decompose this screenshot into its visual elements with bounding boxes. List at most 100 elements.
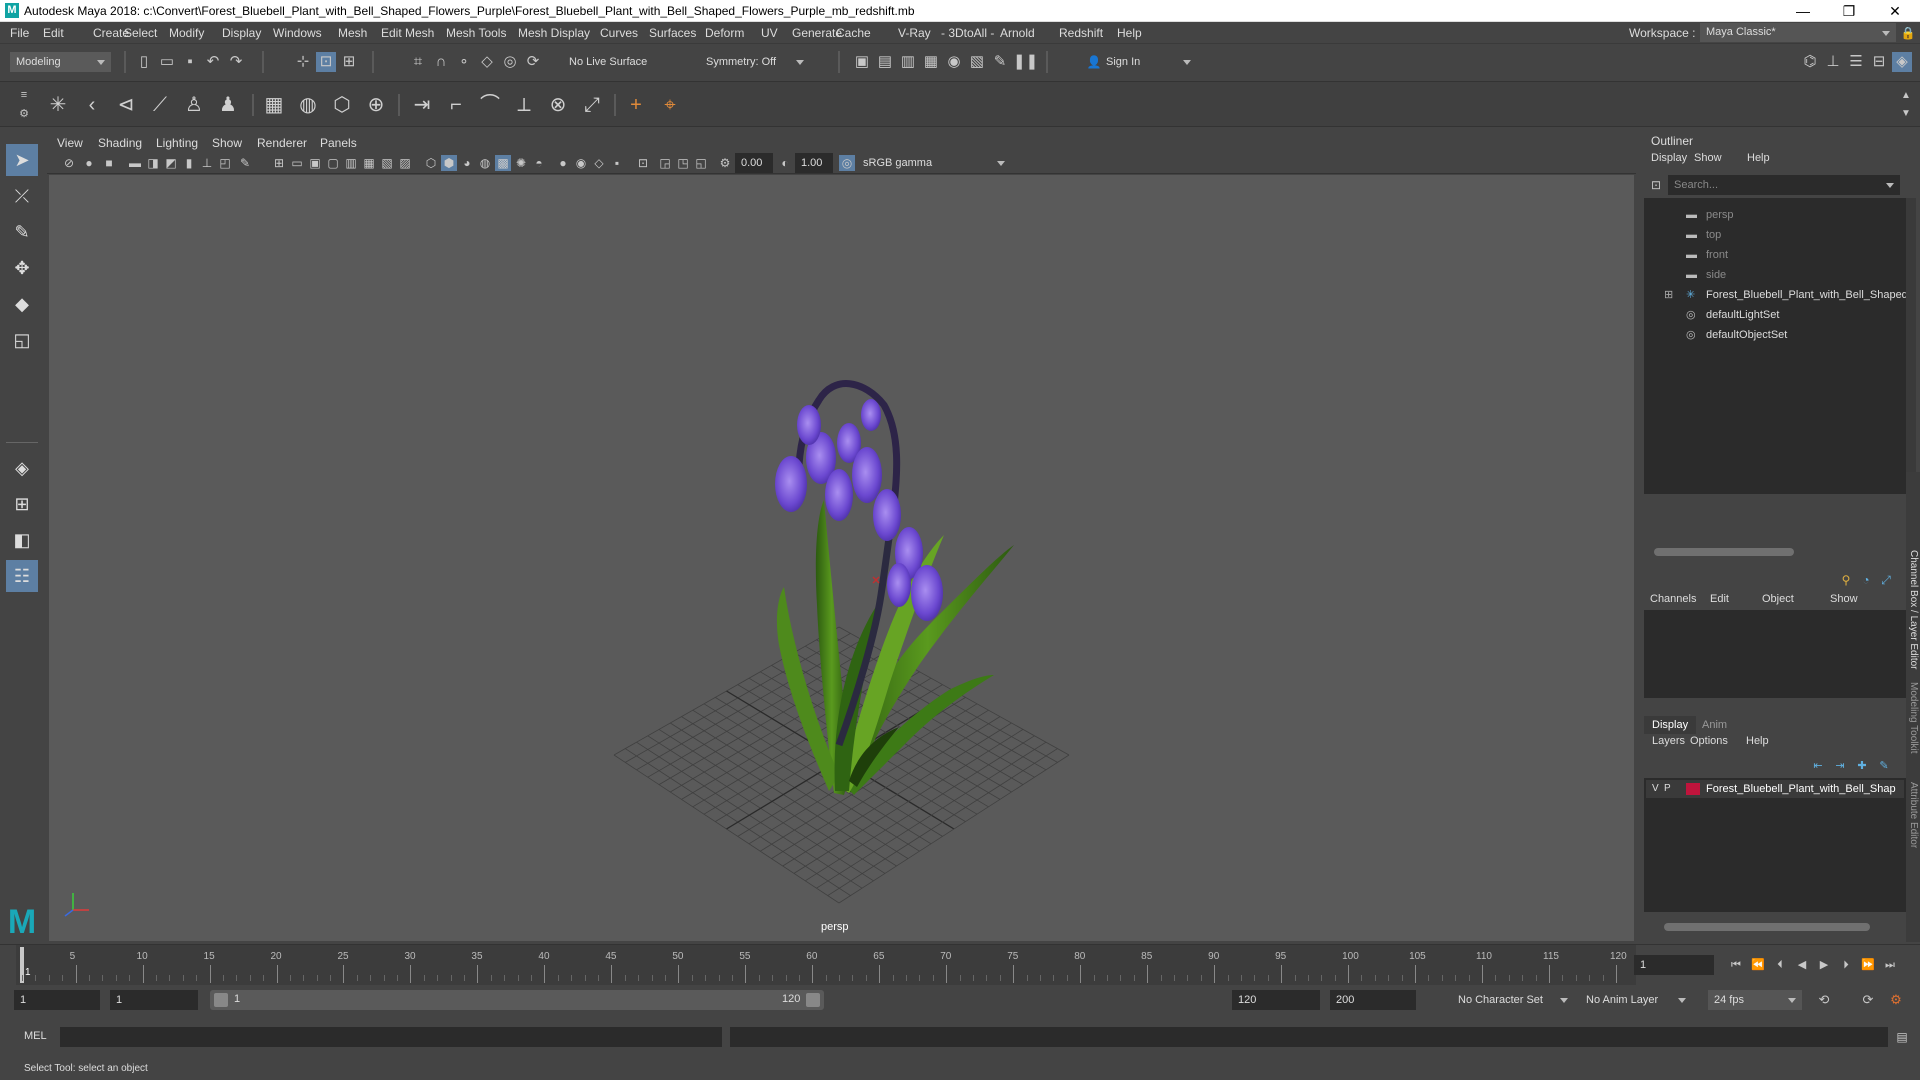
viewport-menu-lighting[interactable]: Lighting: [156, 136, 198, 150]
layer-hscrollbar[interactable]: [1664, 923, 1870, 931]
grid-toggle-icon[interactable]: ⊞: [271, 155, 287, 171]
menu-modify[interactable]: Modify: [169, 26, 204, 40]
channel-key-icon[interactable]: ⚲: [1836, 570, 1856, 590]
ep-curve-icon[interactable]: ⊲: [112, 91, 140, 119]
open-scene-icon[interactable]: ▭: [157, 52, 177, 72]
render-settings-icon[interactable]: ▦: [921, 52, 941, 72]
snap-live-icon[interactable]: ⟳: [523, 52, 543, 72]
image-plane-icon[interactable]: ▬: [127, 155, 143, 171]
move-layer-down-icon[interactable]: ⇥: [1830, 756, 1850, 776]
modeling-toolkit-side-tab[interactable]: Modeling Toolkit: [1907, 682, 1919, 772]
viewport-menu-show[interactable]: Show: [212, 136, 242, 150]
select-component-icon[interactable]: ⊞: [339, 52, 359, 72]
poly-cube-icon[interactable]: ⬡: [328, 91, 356, 119]
script-editor-icon[interactable]: ▤: [1892, 1027, 1912, 1047]
outliner-item[interactable]: ◎ defaultObjectSet: [1644, 326, 1906, 344]
undo-icon[interactable]: ↶: [203, 52, 223, 72]
pencil-curve-icon[interactable]: ⟋: [146, 91, 174, 119]
colorspace-select[interactable]: sRGB gamma: [857, 153, 1011, 173]
minimize-button[interactable]: —: [1780, 0, 1826, 22]
gate-mask-icon[interactable]: ◰: [217, 155, 233, 171]
bevel-icon[interactable]: ⌐: [442, 91, 470, 119]
viewport-menu-renderer[interactable]: Renderer: [257, 136, 307, 150]
attribute-editor-toggle-icon[interactable]: ⊥: [1823, 52, 1843, 72]
close-button[interactable]: ✕: [1872, 0, 1918, 22]
new-layer-selected-icon[interactable]: ✎: [1874, 756, 1894, 776]
channel-expand-icon[interactable]: ⤢: [1876, 570, 1896, 590]
move-layer-up-icon[interactable]: ⇤: [1808, 756, 1828, 776]
shelf-menu-icon[interactable]: ≡: [14, 85, 34, 105]
center-pivot-icon[interactable]: ⌖: [656, 91, 684, 119]
layer-playback-toggle[interactable]: P: [1664, 783, 1671, 794]
range-slider-end-handle[interactable]: [806, 993, 820, 1007]
grease-pencil-icon[interactable]: ◩: [163, 155, 179, 171]
character-set-select[interactable]: No Character Set: [1438, 990, 1574, 1010]
multicut-icon[interactable]: ⟂: [510, 91, 538, 119]
bridge-icon[interactable]: ⌒: [476, 91, 504, 119]
backface-icon[interactable]: ▪: [609, 155, 625, 171]
channel-box-menu-edit[interactable]: Edit: [1710, 593, 1729, 605]
select-mode-icon[interactable]: ⊡: [635, 155, 651, 171]
redshift-render-icon[interactable]: ✎: [990, 52, 1010, 72]
safe-title-icon[interactable]: ▣: [307, 155, 323, 171]
play-backward-icon[interactable]: ◀: [1792, 955, 1812, 975]
go-to-end-icon[interactable]: ⏭: [1880, 955, 1900, 975]
snap-view-icon[interactable]: ◇: [477, 52, 497, 72]
snap-curve-icon[interactable]: ∩: [431, 52, 451, 72]
scene-view[interactable]: [49, 175, 1634, 941]
viewport-3d[interactable]: persp: [49, 175, 1634, 941]
render-frame-icon[interactable]: ▣: [852, 52, 872, 72]
outliner-menu-help[interactable]: Help: [1747, 152, 1770, 164]
menu-v-ray[interactable]: V-Ray: [898, 26, 931, 40]
smooth-shade-icon[interactable]: ▥: [343, 155, 359, 171]
layer-editor-tab-display[interactable]: Display: [1644, 716, 1697, 734]
command-language-label[interactable]: MEL: [24, 1030, 47, 1042]
wireframe-icon[interactable]: ▢: [325, 155, 341, 171]
quad-draw-icon[interactable]: ⤢: [578, 91, 606, 119]
ipr-render-icon[interactable]: ▥: [898, 52, 918, 72]
anim-layer-select[interactable]: No Anim Layer: [1580, 990, 1692, 1010]
wireframe-on-shaded-icon[interactable]: ▦: [361, 155, 377, 171]
layer-editor-menu-options[interactable]: Options: [1690, 735, 1728, 747]
xray-icon[interactable]: ●: [555, 155, 571, 171]
2d-pan-zoom-icon[interactable]: ◨: [145, 155, 161, 171]
channel-box-area[interactable]: [1644, 610, 1906, 698]
outliner-item[interactable]: ▬ side: [1644, 266, 1906, 284]
shelf-scroll-down-icon[interactable]: ▼: [1896, 104, 1916, 124]
poly-sphere-icon[interactable]: ◍: [294, 91, 322, 119]
safe-action-icon[interactable]: ▭: [289, 155, 305, 171]
depth-of-field-icon[interactable]: ✺: [513, 155, 529, 171]
menu-windows[interactable]: Windows: [273, 26, 322, 40]
time-slider-track[interactable]: 1 5 10 15 20 25 30 35 40 45 50 55 60 65 70 75 80 85 90 95 1…: [16, 945, 1636, 985]
live-surface-field[interactable]: No Live Surface: [563, 52, 663, 72]
viewport-menu-view[interactable]: View: [57, 136, 83, 150]
layer-editor-menu-help[interactable]: Help: [1746, 735, 1769, 747]
film-gate-icon[interactable]: ▮: [181, 155, 197, 171]
outliner-filter-icon[interactable]: ⊡: [1646, 175, 1666, 195]
shaded-toggle-icon[interactable]: ⬢: [441, 155, 457, 171]
ambient-occlusion-icon[interactable]: ◕: [459, 155, 475, 171]
channel-box-side-tab[interactable]: Channel Box / Layer Editor: [1907, 550, 1919, 675]
menu-edit[interactable]: Edit: [43, 26, 64, 40]
command-input[interactable]: [60, 1027, 722, 1047]
playback-end-field[interactable]: 120: [1232, 990, 1320, 1010]
range-slider-start-handle[interactable]: [214, 993, 228, 1007]
channel-box-menu-show[interactable]: Show: [1830, 593, 1858, 605]
menu-curves[interactable]: Curves: [600, 26, 638, 40]
outliner-search-input[interactable]: Search...: [1668, 175, 1900, 195]
new-layer-icon[interactable]: ✚: [1852, 756, 1872, 776]
step-forward-icon[interactable]: ⏩: [1858, 955, 1878, 975]
poly-plane-icon[interactable]: ▦: [260, 91, 288, 119]
layer-editor-menu-layers[interactable]: Layers: [1652, 735, 1685, 747]
shelf-settings-icon[interactable]: ⚙: [14, 104, 34, 124]
menu-surfaces[interactable]: Surfaces: [649, 26, 696, 40]
camera-attributes-icon[interactable]: ●: [81, 155, 97, 171]
outliner-layout-icon[interactable]: ☷: [6, 560, 38, 592]
motion-blur-icon[interactable]: ◍: [477, 155, 493, 171]
menu-display[interactable]: Display: [222, 26, 261, 40]
menu-file[interactable]: File: [10, 26, 29, 40]
menu-help[interactable]: Help: [1117, 26, 1142, 40]
select-object-icon[interactable]: ⊡: [316, 52, 336, 72]
menu-mesh-tools[interactable]: Mesh Tools: [446, 26, 506, 40]
outliner-menu-display[interactable]: Display: [1651, 152, 1687, 164]
